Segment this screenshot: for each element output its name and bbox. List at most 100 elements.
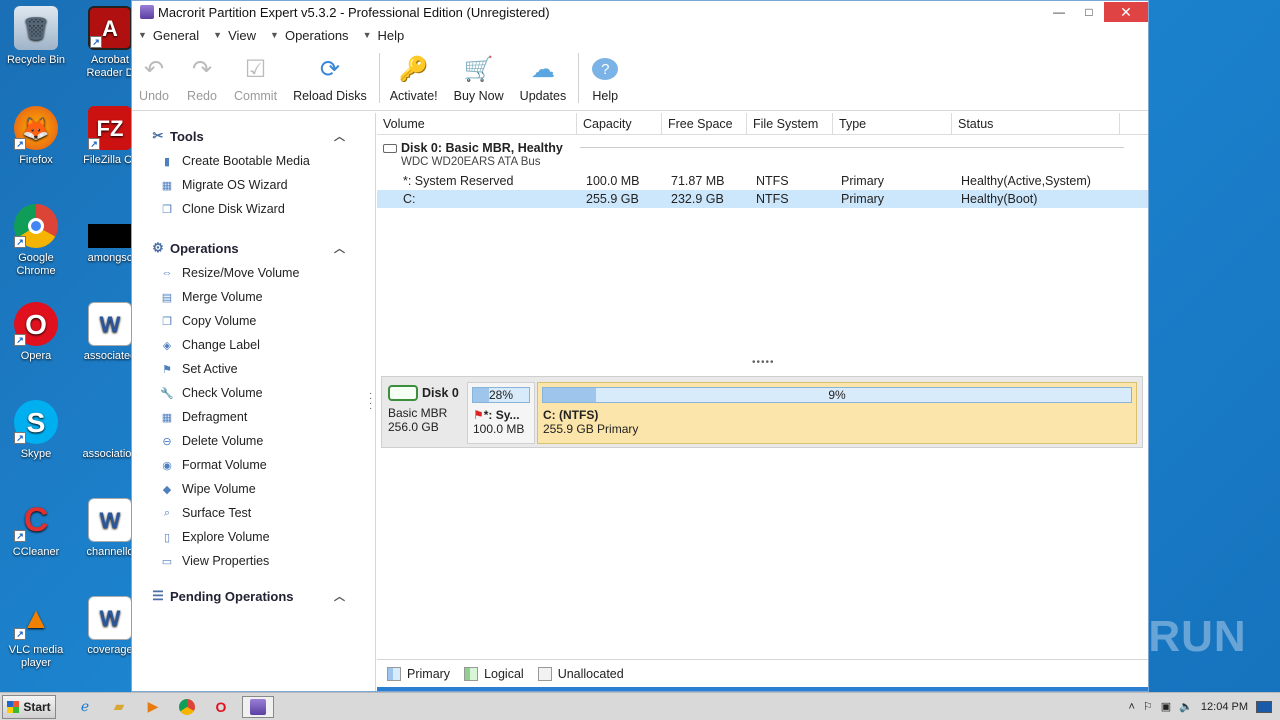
partition-system-reserved[interactable]: 28% ⚑*: Sy... 100.0 MB	[467, 382, 535, 444]
taskbar-explorer[interactable]: ▰	[106, 696, 132, 718]
op-resize-move-volume[interactable]: ⇔ Resize/Move Volume	[132, 261, 375, 285]
unallocated-swatch	[537, 666, 552, 681]
op-merge-volume[interactable]: ▤ Merge Volume	[132, 285, 375, 309]
menu-help[interactable]: ▼ Help	[363, 28, 405, 43]
commit-button[interactable]: ☑ Commit	[234, 53, 277, 104]
magnifier-icon: ⌕	[163, 506, 171, 519]
op-set-active[interactable]: ⚑ Set Active	[132, 357, 375, 381]
start-button[interactable]: Start	[2, 694, 56, 719]
clock[interactable]: 12:04 PM	[1201, 701, 1248, 713]
desktop-icon-skype[interactable]: S ↗ Skype	[0, 400, 74, 461]
tool-create-bootable-media[interactable]: ▮ Create Bootable Media	[132, 149, 375, 173]
op-copy-volume[interactable]: ❐ Copy Volume	[132, 309, 375, 333]
updates-button[interactable]: ☁ Updates	[520, 53, 567, 104]
network-icon[interactable]: ▣	[1161, 700, 1171, 713]
collapse-icon[interactable]: ︿	[334, 240, 345, 256]
merge-icon: ▤	[161, 291, 173, 304]
file-icon	[88, 224, 132, 248]
disk-map[interactable]: Disk 0 Basic MBR 256.0 GB 28% ⚑*: Sy... 1…	[381, 376, 1143, 448]
desktop-icon-vlc[interactable]: ▲ ↗ VLC media player	[0, 596, 74, 670]
desktop-icon-label: VLC media player	[8, 644, 64, 669]
desktop-icon-firefox[interactable]: 🦊 ↗ Firefox	[0, 106, 74, 167]
folder-icon: ▰	[113, 698, 125, 714]
flag-icon: ⚑	[473, 408, 484, 422]
splitter-grip[interactable]: · · · ·	[369, 389, 372, 414]
op-explore-volume[interactable]: ▯ Explore Volume	[132, 525, 375, 549]
op-surface-test[interactable]: ⌕ Surface Test	[132, 501, 375, 525]
taskbar-opera[interactable]: O	[208, 696, 234, 718]
tools-section-header[interactable]: ✂ Tools ︿	[132, 123, 375, 149]
col-file-system[interactable]: File System	[747, 113, 833, 134]
word-doc-icon	[88, 400, 132, 444]
pane-splitter[interactable]: •••••	[752, 357, 775, 368]
vlc-icon: ▲ ↗	[14, 596, 58, 640]
buy-now-button[interactable]: 🛒 Buy Now	[454, 53, 504, 104]
col-capacity[interactable]: Capacity	[577, 113, 662, 134]
flag-icon: ⚑	[162, 363, 172, 376]
undo-button[interactable]: ↶ Undo	[138, 53, 170, 104]
minimize-button[interactable]: —	[1044, 2, 1074, 22]
collapse-icon[interactable]: ︿	[334, 128, 345, 144]
desktop-icon-label: CCleaner	[12, 546, 60, 558]
volume-list: Volume Capacity Free Space File System T…	[377, 113, 1148, 371]
col-status[interactable]: Status	[952, 113, 1120, 134]
resize-icon: ⇔	[161, 267, 173, 279]
title-bar[interactable]: Macrorit Partition Expert v5.3.2 - Profe…	[132, 1, 1148, 23]
usage-bar: 28%	[472, 387, 530, 403]
word-doc-icon: W	[88, 498, 132, 542]
col-free-space[interactable]: Free Space	[662, 113, 747, 134]
disk-group-header[interactable]: Disk 0: Basic MBR, Healthy WDC WD20EARS …	[377, 135, 1148, 168]
menu-view[interactable]: ▼ View	[213, 28, 256, 43]
op-defragment[interactable]: ▦ Defragment	[132, 405, 375, 429]
op-format-volume[interactable]: ◉ Format Volume	[132, 453, 375, 477]
op-wipe-volume[interactable]: ◆ Wipe Volume	[132, 477, 375, 501]
col-volume[interactable]: Volume	[377, 113, 577, 134]
action-center-icon[interactable]: ⚐	[1143, 700, 1153, 713]
table-row-selected[interactable]: C: 255.9 GB 232.9 GB NTFS Primary Health…	[377, 190, 1148, 208]
desktop-icon-ccleaner[interactable]: C ↗ CCleaner	[0, 498, 74, 559]
reload-disks-button[interactable]: ⟳ Reload Disks	[293, 53, 367, 104]
help-button[interactable]: ? Help	[589, 53, 621, 103]
desktop-icon-label: Skype	[20, 448, 52, 460]
maximize-button[interactable]: □	[1074, 2, 1104, 22]
volume-icon[interactable]: 🔈	[1179, 700, 1193, 713]
properties-icon: ▭	[161, 555, 173, 568]
menu-general[interactable]: ▼ General	[138, 28, 199, 43]
op-change-label[interactable]: ◈ Change Label	[132, 333, 375, 357]
desktop-icon-opera[interactable]: O ↗ Opera	[0, 302, 74, 363]
chrome-icon	[179, 698, 195, 715]
tray-expand-icon[interactable]: ˄	[1128, 701, 1134, 713]
acrobat-icon: A ↗	[88, 6, 132, 50]
close-button[interactable]: ✕	[1104, 2, 1148, 22]
activate-button[interactable]: 🔑 Activate!	[390, 53, 438, 104]
toolbar-separator	[578, 53, 580, 103]
menu-operations[interactable]: ▼ Operations	[270, 28, 349, 43]
desktop-icon-recycle-bin[interactable]: 🗑 Recycle Bin	[0, 6, 74, 67]
divider	[580, 147, 1124, 148]
pending-operations-header[interactable]: ☰ Pending Operations ︿	[132, 583, 375, 609]
table-row[interactable]: *: System Reserved 100.0 MB 71.87 MB NTF…	[377, 172, 1148, 190]
op-delete-volume[interactable]: ⊖ Delete Volume	[132, 429, 375, 453]
taskbar-partition-expert[interactable]	[242, 695, 274, 718]
taskbar-media-player[interactable]: ▶	[140, 696, 166, 718]
op-view-properties[interactable]: ▭ View Properties	[132, 549, 375, 573]
chevron-down-icon: ▼	[138, 30, 147, 40]
redo-icon: ↷	[191, 55, 213, 83]
filezilla-icon: FZ ↗	[88, 106, 132, 150]
tool-migrate-os-wizard[interactable]: ▦ Migrate OS Wizard	[132, 173, 375, 197]
collapse-icon[interactable]: ︿	[334, 588, 345, 604]
op-check-volume[interactable]: 🔧 Check Volume	[132, 381, 375, 405]
col-type[interactable]: Type	[833, 113, 952, 134]
partition-c[interactable]: 9% C: (NTFS) 255.9 GB Primary	[537, 382, 1137, 444]
operations-section-header[interactable]: ⚙ Operations ︿	[132, 235, 375, 261]
taskbar-chrome[interactable]	[174, 696, 200, 718]
delete-icon: ⊖	[162, 435, 172, 448]
show-desktop-icon[interactable]	[1256, 700, 1272, 713]
chevron-down-icon: ▼	[362, 30, 372, 40]
list-icon: ☰	[152, 588, 164, 603]
taskbar-ie[interactable]: ℯ	[72, 696, 98, 718]
tool-clone-disk-wizard[interactable]: ❐ Clone Disk Wizard	[132, 197, 375, 221]
commit-icon: ☑	[244, 55, 267, 83]
desktop-icon-chrome[interactable]: ↗ Google Chrome	[0, 204, 74, 278]
redo-button[interactable]: ↷ Redo	[186, 53, 218, 104]
